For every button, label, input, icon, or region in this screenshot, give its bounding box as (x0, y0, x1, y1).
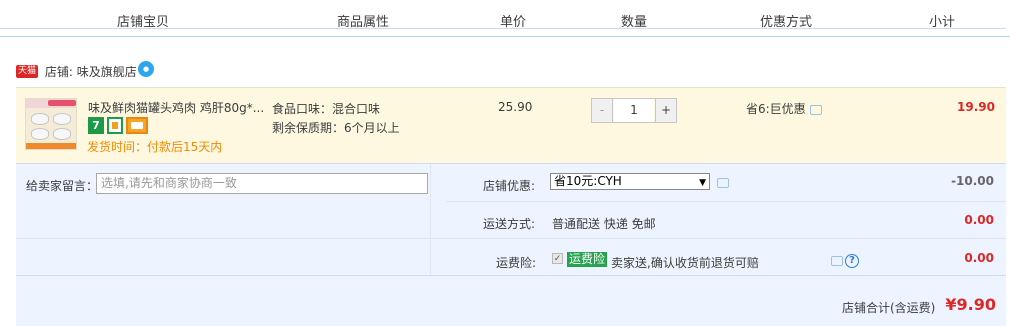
coupon-selected-value: 省10元:CYH (554, 174, 622, 188)
seller-message-input[interactable]: 选填,请先和商家协商一致 (96, 173, 428, 194)
header-divider (0, 28, 1006, 29)
product-title-link[interactable]: 味及鲜肉猫罐头鸡肉 鸡肝80g*... (88, 99, 264, 116)
insurance-fee: 0.00 (964, 251, 994, 265)
coupon-select[interactable]: 省10元:CYH ▼ (550, 173, 710, 190)
coupon-label: 店铺优惠: (483, 179, 536, 193)
qty-input[interactable]: 1 (614, 99, 654, 122)
cart-item-row: 味及鲜肉猫罐头鸡肉 鸡肝80g*... 7 发货时间：付款后15天内 食品口味：… (16, 87, 1006, 163)
insurance-label: 运费险: (496, 256, 537, 270)
coupon-amount: -10.00 (951, 174, 994, 188)
comment-bubble-icon[interactable] (809, 104, 822, 115)
shipping-label: 运送方式: (483, 217, 536, 231)
shop-row: 天猫 店铺: 味及旗舰店 (16, 63, 137, 81)
shop-total-amount: ¥9.90 (945, 295, 996, 314)
panel-divider (430, 164, 431, 275)
insurance-description: 卖家送,确认收货前退货可赔 (611, 256, 759, 270)
message-label: 给卖家留言： (26, 179, 99, 193)
insurance-comment-icon[interactable] (831, 256, 843, 266)
insurance-tag: 运费险 (567, 252, 608, 267)
seven-day-return-icon[interactable]: 7 (88, 117, 104, 134)
unit-price: 25.90 (498, 100, 533, 114)
credit-card-icon[interactable] (126, 117, 148, 134)
row-divider (446, 201, 1006, 202)
chevron-down-icon: ▼ (699, 178, 706, 188)
cart-table-header: 店铺宝贝 商品属性 单价 数量 优惠方式 小计 (0, 0, 1010, 37)
qty-plus-button[interactable]: + (655, 99, 676, 122)
guarantee-icon[interactable] (107, 117, 123, 134)
discount-text: 省6:巨优惠 (746, 102, 806, 116)
quantity-stepper: - 1 + (591, 98, 677, 123)
shipping-time: 发货时间：付款后15天内 (87, 140, 223, 154)
shipping-method: 普通配送 快递 免邮 (552, 217, 656, 231)
discount-method: 省6:巨优惠 (746, 100, 822, 117)
chat-icon[interactable]: ● (138, 61, 154, 77)
shop-name-link[interactable]: 店铺: 味及旗舰店 (45, 65, 137, 79)
tmall-badge: 天猫 (16, 65, 39, 78)
qty-minus-button[interactable]: - (592, 99, 613, 122)
attr-flavor: 食品口味：混合口味 (272, 102, 381, 116)
shipping-fee: 0.00 (964, 213, 994, 227)
attr-shelf-life: 剩余保质期：6个月以上 (272, 121, 400, 135)
help-icon[interactable]: ? (845, 254, 859, 268)
item-subtotal: 19.90 (957, 100, 995, 114)
shop-total-label: 店铺合计(含运费) (842, 301, 936, 315)
coupon-comment-icon[interactable] (717, 178, 729, 188)
product-thumbnail[interactable] (25, 98, 77, 150)
insurance-checkbox[interactable]: ✓ (552, 253, 563, 264)
